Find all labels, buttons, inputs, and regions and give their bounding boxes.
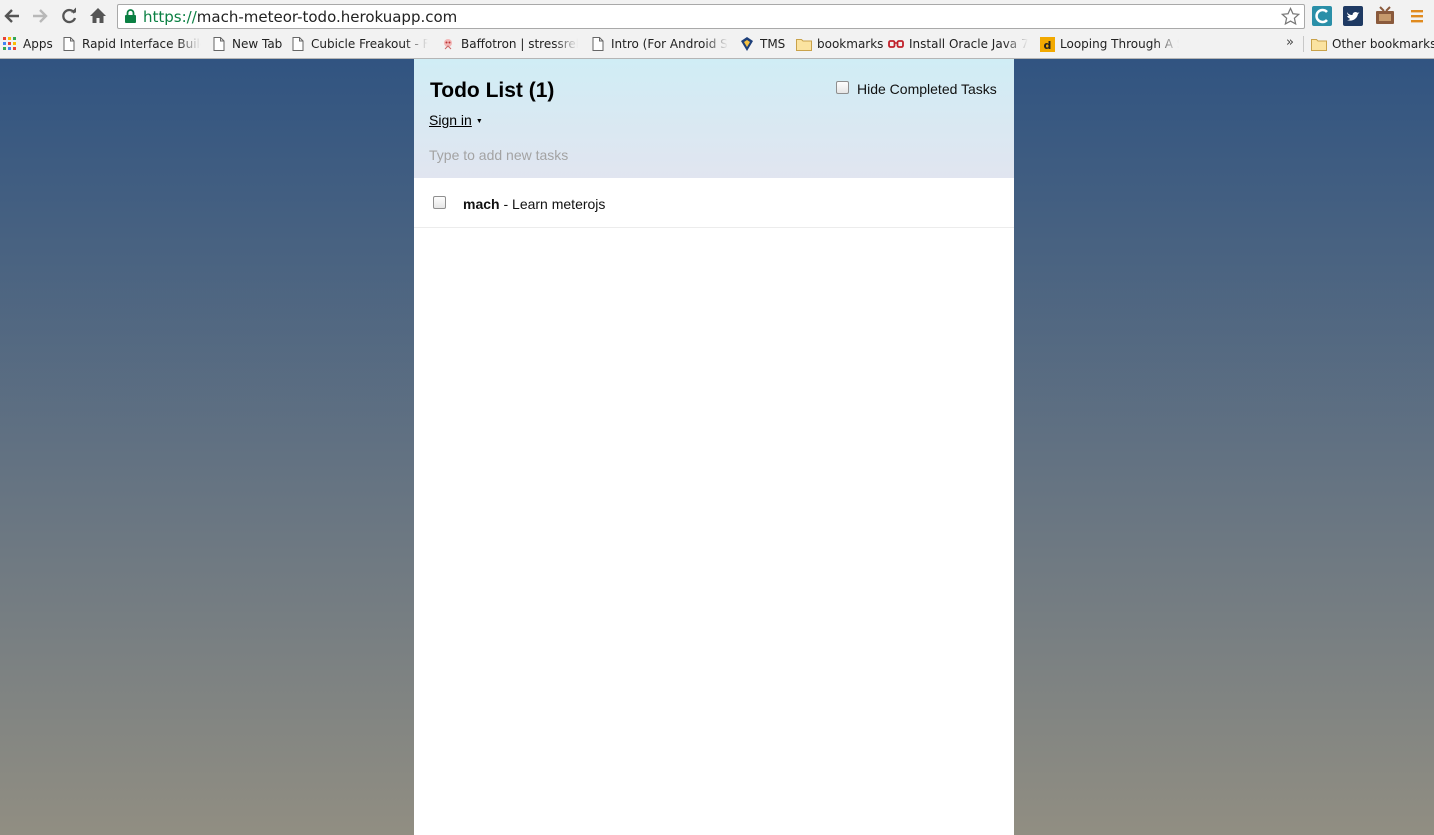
bookmark-label: Other bookmarks (1332, 37, 1434, 51)
baffotron-favicon (440, 36, 456, 52)
hide-completed-label: Hide Completed Tasks (857, 81, 997, 97)
d-favicon: d (1039, 36, 1055, 52)
twitter-extension-icon[interactable] (1343, 6, 1363, 26)
task-list: mach - Learn meterojs (414, 178, 1014, 228)
bookmark-looping-through[interactable]: d Looping Through A St (1039, 35, 1179, 53)
bookmark-rapid-interface-builder[interactable]: Rapid Interface Builde (61, 35, 201, 53)
bookmark-other-bookmarks[interactable]: Other bookmarks (1311, 35, 1434, 53)
bookmark-label: Intro (For Android Stu (611, 37, 728, 51)
bookmarks-divider (1303, 36, 1304, 52)
bookmark-new-tab[interactable]: New Tab (211, 35, 282, 53)
page-title: Todo List (1) (430, 79, 555, 102)
sign-in-label: Sign in (429, 112, 472, 128)
hide-completed-toggle[interactable]: Hide Completed Tasks (836, 80, 997, 97)
task-complete-checkbox[interactable] (433, 196, 446, 209)
reload-button[interactable] (58, 5, 80, 27)
bookmark-label: Rapid Interface Builde (82, 37, 201, 51)
bookmark-tms[interactable]: TMS (739, 35, 785, 53)
new-task-input[interactable] (429, 143, 999, 167)
bookmark-label: TMS (760, 37, 786, 51)
glasses-favicon (888, 36, 904, 52)
back-button[interactable] (1, 5, 23, 27)
browser-chrome: https://mach-meteor-todo.herokuapp.com A… (0, 0, 1434, 59)
url-scheme: https:// (143, 8, 197, 26)
address-bar[interactable]: https://mach-meteor-todo.herokuapp.com (117, 4, 1305, 29)
reload-icon (62, 7, 77, 24)
todo-header: Todo List (1) Hide Completed Tasks Sign … (414, 59, 1014, 178)
video-extension-icon[interactable] (1375, 6, 1395, 26)
page-icon (61, 36, 77, 52)
dropdown-caret-icon: ▼ (475, 118, 483, 125)
bookmark-label: New Tab (232, 37, 283, 51)
url-host: mach-meteor-todo.herokuapp.com (196, 8, 458, 26)
bookmark-intro-android[interactable]: Intro (For Android Stu (590, 35, 728, 53)
page-icon (290, 36, 306, 52)
folder-icon (1311, 36, 1327, 52)
svg-text:d: d (1043, 39, 1051, 52)
bookmark-star-icon[interactable] (1281, 7, 1300, 26)
back-arrow-icon (4, 9, 19, 23)
task-item: mach - Learn meterojs (414, 178, 1014, 228)
browser-toolbar: https://mach-meteor-todo.herokuapp.com (0, 0, 1434, 33)
page-background: Todo List (1) Hide Completed Tasks Sign … (0, 59, 1434, 835)
bookmark-baffotron[interactable]: Baffotron | stressrelief (440, 35, 578, 53)
apps-grid-icon (2, 36, 18, 52)
home-icon (90, 8, 106, 23)
task-text: mach - Learn meterojs (463, 196, 605, 212)
task-separator: - (499, 196, 513, 212)
home-button[interactable] (87, 5, 109, 27)
page-icon (211, 36, 227, 52)
forward-button[interactable] (29, 5, 51, 27)
bookmark-cubicle-freakout[interactable]: Cubicle Freakout - Fla (290, 35, 428, 53)
chrome-menu-icon[interactable] (1407, 6, 1427, 26)
bookmark-label: Looping Through A St (1060, 37, 1179, 51)
page-icon (590, 36, 606, 52)
todo-app-container: Todo List (1) Hide Completed Tasks Sign … (414, 59, 1014, 835)
bookmark-folder-bookmarks[interactable]: bookmarks (796, 35, 883, 53)
task-description: Learn meterojs (512, 196, 606, 212)
hide-completed-checkbox[interactable] (836, 80, 849, 94)
lock-icon (125, 9, 136, 23)
bookmark-install-oracle-java[interactable]: Install Oracle Java 7 in (888, 35, 1028, 53)
bookmark-label: Cubicle Freakout - Fla (311, 37, 428, 51)
bookmark-apps[interactable]: Apps (2, 35, 53, 53)
bookmark-label: Apps (23, 37, 53, 51)
more-bookmarks-chevron-icon[interactable]: » (1286, 35, 1294, 50)
extension-c-icon[interactable] (1312, 6, 1332, 26)
bookmark-label: bookmarks (817, 37, 884, 51)
tms-favicon (739, 36, 755, 52)
url-text: https://mach-meteor-todo.herokuapp.com (143, 8, 457, 26)
bookmark-label: Baffotron | stressrelief (461, 37, 578, 51)
folder-icon (796, 36, 812, 52)
bookmark-label: Install Oracle Java 7 in (909, 37, 1028, 51)
forward-arrow-icon (33, 9, 48, 23)
task-username: mach (463, 196, 500, 212)
sign-in-link[interactable]: Sign in ▼ (429, 112, 483, 128)
bookmarks-bar: Apps Rapid Interface Builde New Tab Cubi… (0, 33, 1434, 54)
